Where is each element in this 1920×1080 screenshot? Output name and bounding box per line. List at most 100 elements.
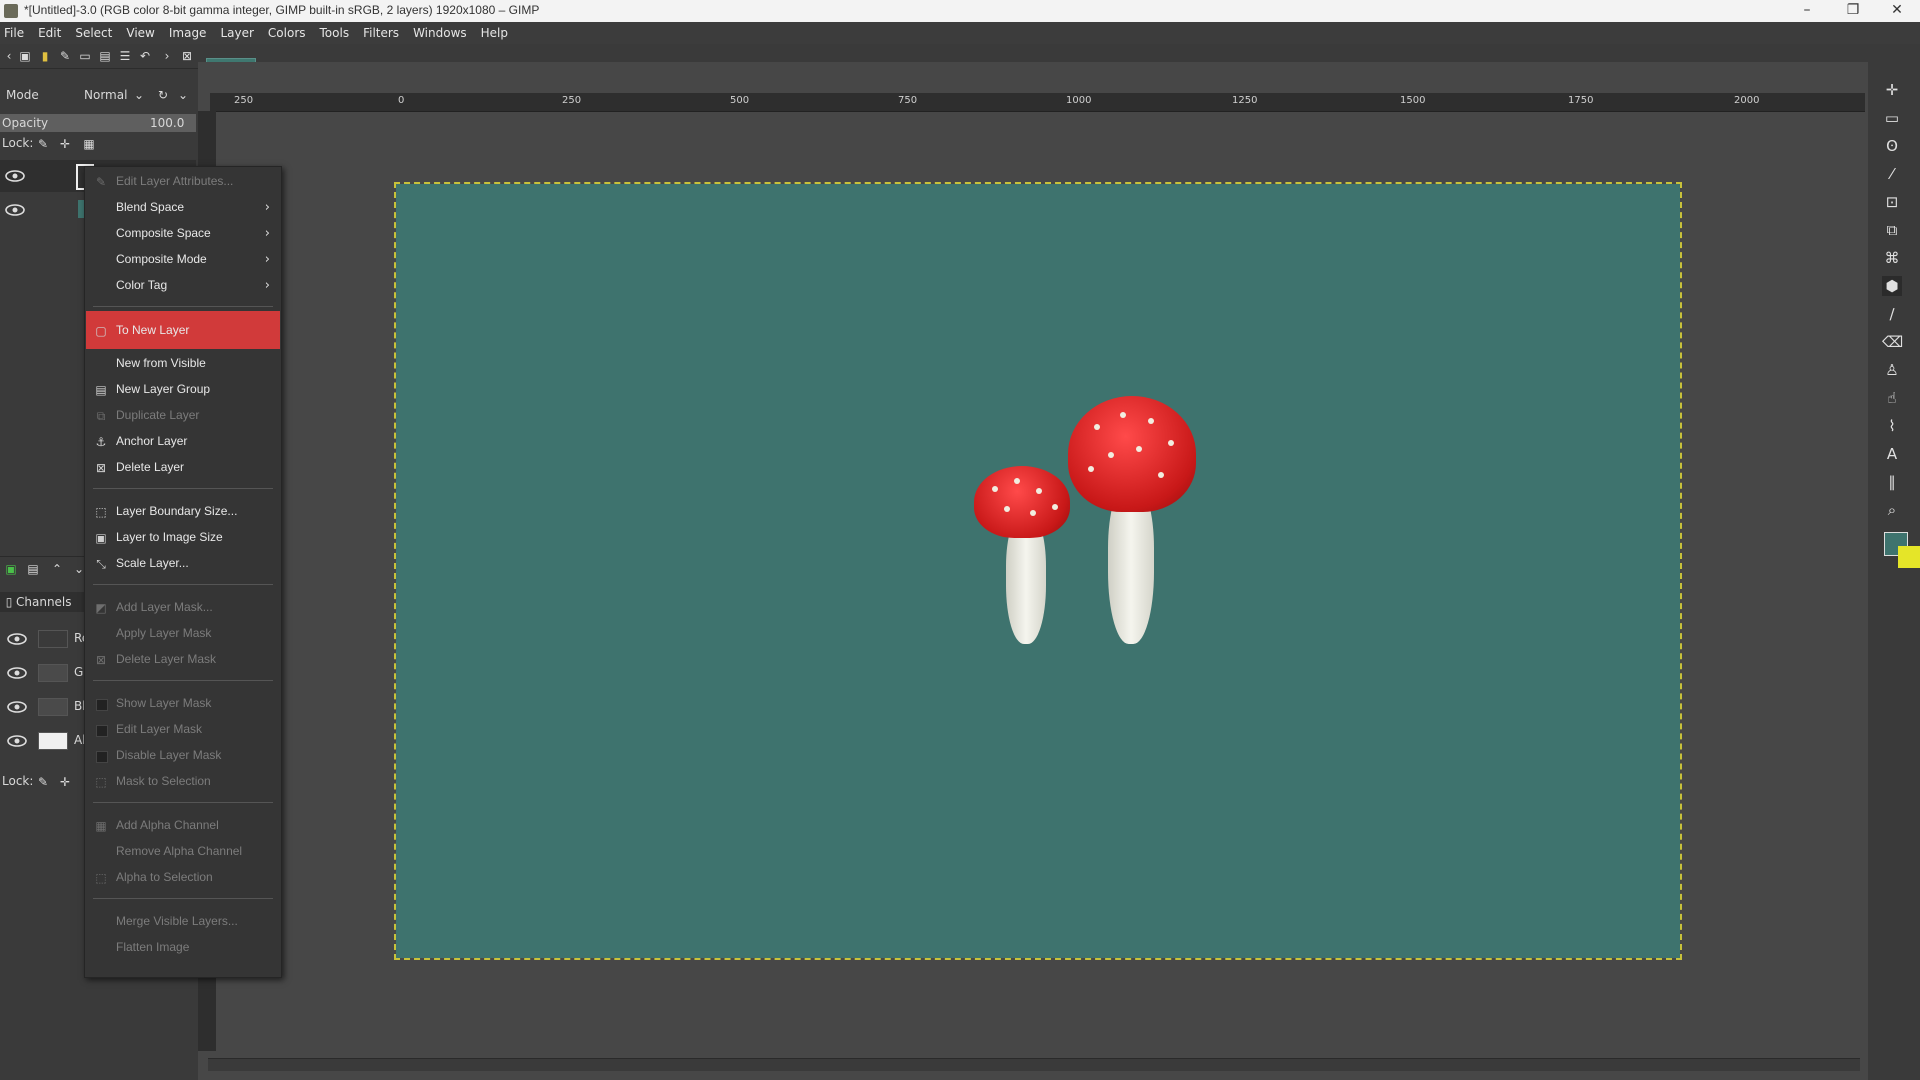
menu-layer[interactable]: Layer (213, 22, 260, 44)
paths-icon[interactable]: ⌇ (1882, 416, 1902, 436)
undo-history-icon[interactable]: ↶ (138, 49, 152, 63)
fuzzy-select-icon[interactable]: ⁄ (1882, 164, 1902, 184)
rect-select-icon[interactable]: ▭ (1882, 108, 1902, 128)
menu-item-blend-space[interactable]: Blend Space › (86, 195, 280, 221)
menu-item-composite-space[interactable]: Composite Space › (86, 221, 280, 247)
chevron-right-icon[interactable]: › (160, 49, 174, 63)
move-tool-icon[interactable]: ✛ (1882, 80, 1902, 100)
menu-view[interactable]: View (119, 22, 161, 44)
eye-icon[interactable] (6, 734, 28, 748)
menu-item-apply-layer-mask[interactable]: Apply Layer Mask (86, 621, 280, 647)
menu-item-delete-layer-mask[interactable]: ⊠ Delete Layer Mask (86, 647, 280, 673)
raise-layer-icon[interactable]: ⌃ (50, 562, 64, 576)
eye-icon[interactable] (4, 169, 26, 183)
menu-item-disable-layer-mask[interactable]: Disable Layer Mask (86, 743, 280, 769)
menu-select[interactable]: Select (68, 22, 119, 44)
crop-icon[interactable]: ⊡ (1882, 192, 1902, 212)
menu-item-duplicate-layer[interactable]: ⧉ Duplicate Layer (86, 403, 280, 429)
warp-icon[interactable]: ⌘ (1882, 248, 1902, 268)
minimize-button[interactable]: – (1784, 0, 1830, 22)
lock-alpha-icon[interactable]: ▦ (82, 137, 96, 151)
reset-mode-icon[interactable]: ↻ (156, 88, 170, 102)
lasso-icon[interactable]: ʘ (1882, 136, 1902, 156)
menu-item-remove-alpha-channel[interactable]: Remove Alpha Channel (86, 839, 280, 865)
menu-item-flatten-image[interactable]: Flatten Image (86, 935, 280, 961)
mode-select[interactable]: Normal (84, 88, 127, 102)
menu-separator (93, 898, 273, 899)
opacity-slider[interactable]: Opacity 100.0 (0, 114, 196, 132)
lock-position-icon[interactable]: ✛ (58, 775, 72, 789)
eraser-icon[interactable]: ⌫ (1882, 332, 1903, 352)
menu-windows[interactable]: Windows (406, 22, 474, 44)
lock-pixels-icon[interactable]: ✎ (36, 137, 50, 151)
menu-item-new-layer-group[interactable]: ▤ New Layer Group (86, 377, 280, 403)
eye-icon[interactable] (6, 700, 28, 714)
menu-item-show-layer-mask[interactable]: Show Layer Mask (86, 691, 280, 717)
chevron-down-icon[interactable]: ⌄ (176, 88, 190, 102)
unified-transform-icon[interactable]: ⧉ (1882, 220, 1902, 240)
menu-item-add-alpha-channel[interactable]: ▦ Add Alpha Channel (86, 813, 280, 839)
menu-item-mask-to-selection[interactable]: ⬚ Mask to Selection (86, 769, 280, 795)
tool-options-icon[interactable]: ▣ (18, 49, 32, 63)
paths-tab-icon[interactable]: ☰ (118, 49, 132, 63)
menu-item-merge-visible-layers[interactable]: Merge Visible Layers... (86, 909, 280, 935)
menu-image[interactable]: Image (162, 22, 214, 44)
dock-menu-icon[interactable]: ⊠ (180, 49, 194, 63)
menu-item-new-from-visible[interactable]: New from Visible (86, 351, 280, 377)
menu-edit[interactable]: Edit (31, 22, 68, 44)
menu-separator (93, 584, 273, 585)
clone-icon[interactable]: ♙ (1882, 360, 1902, 380)
menu-file[interactable]: File (0, 22, 31, 44)
images-tab-icon[interactable]: ▤ (98, 49, 112, 63)
bucket-fill-icon[interactable]: ⬢ (1882, 276, 1902, 296)
color-picker-icon[interactable]: ∥ (1882, 472, 1902, 492)
menu-item-color-tag[interactable]: Color Tag › (86, 273, 280, 299)
smudge-icon[interactable]: ☝ (1882, 388, 1902, 408)
text-tool-icon[interactable]: A (1882, 444, 1902, 464)
menu-separator (93, 802, 273, 803)
lock-pixels-icon[interactable]: ✎ (36, 775, 50, 789)
layers-tab-icon[interactable]: ▭ (78, 49, 92, 63)
brush-icon[interactable]: ▮ (38, 49, 52, 63)
menu-filters[interactable]: Filters (356, 22, 406, 44)
selection-icon: ⬚ (95, 775, 107, 789)
channel-thumbnail (38, 698, 68, 716)
channel-thumbnail (38, 630, 68, 648)
image-canvas[interactable] (394, 182, 1682, 960)
horizontal-scrollbar[interactable] (208, 1058, 1860, 1071)
chevron-left-icon[interactable]: ‹ (2, 49, 16, 63)
menu-item-scale-layer[interactable]: ⤡ Scale Layer... (86, 551, 280, 577)
new-group-icon[interactable]: ▤ (26, 562, 40, 576)
lock-position-icon[interactable]: ✛ (58, 137, 72, 151)
eye-icon[interactable] (6, 666, 28, 680)
eye-icon[interactable] (4, 203, 26, 217)
menu-tools[interactable]: Tools (313, 22, 357, 44)
menu-item-edit-layer-mask[interactable]: Edit Layer Mask (86, 717, 280, 743)
close-button[interactable]: ✕ (1874, 0, 1920, 22)
background-color-swatch[interactable] (1898, 546, 1920, 568)
menu-item-edit-layer-attributes[interactable]: ✎ Edit Layer Attributes... (86, 169, 280, 195)
menu-item-add-layer-mask[interactable]: ◩ Add Layer Mask... (86, 595, 280, 621)
layer-group-icon: ▤ (95, 383, 107, 397)
dock-tab-row: ‹ ▣ ▮ ✎ ▭ ▤ ☰ ↶ › ⊠ (0, 44, 198, 69)
chevron-right-icon: › (264, 200, 270, 215)
menu-item-layer-boundary-size[interactable]: ⬚ Layer Boundary Size... (86, 499, 280, 525)
chevron-down-icon[interactable]: ⌄ (132, 88, 146, 102)
menu-item-anchor-layer[interactable]: ⚓ Anchor Layer (86, 429, 280, 455)
menu-colors[interactable]: Colors (261, 22, 313, 44)
menu-help[interactable]: Help (474, 22, 515, 44)
pencil-icon[interactable]: ✎ (58, 49, 72, 63)
new-layer-icon[interactable]: ▣ (4, 562, 18, 576)
eye-icon[interactable] (6, 632, 28, 646)
menu-item-layer-to-image-size[interactable]: ▣ Layer to Image Size (86, 525, 280, 551)
paintbrush-icon[interactable]: ∕ (1882, 304, 1902, 324)
duplicate-icon: ⧉ (96, 409, 106, 423)
menu-item-alpha-to-selection[interactable]: ⬚ Alpha to Selection (86, 865, 280, 891)
delete-icon: ⊠ (95, 461, 107, 475)
menu-item-delete-layer[interactable]: ⊠ Delete Layer (86, 455, 280, 481)
maximize-button[interactable]: ❐ (1830, 0, 1876, 22)
zoom-icon[interactable]: ⌕ (1882, 500, 1902, 520)
menu-item-composite-mode[interactable]: Composite Mode › (86, 247, 280, 273)
menu-separator (93, 488, 273, 489)
menu-item-to-new-layer[interactable]: ▢ To New Layer (86, 311, 280, 349)
